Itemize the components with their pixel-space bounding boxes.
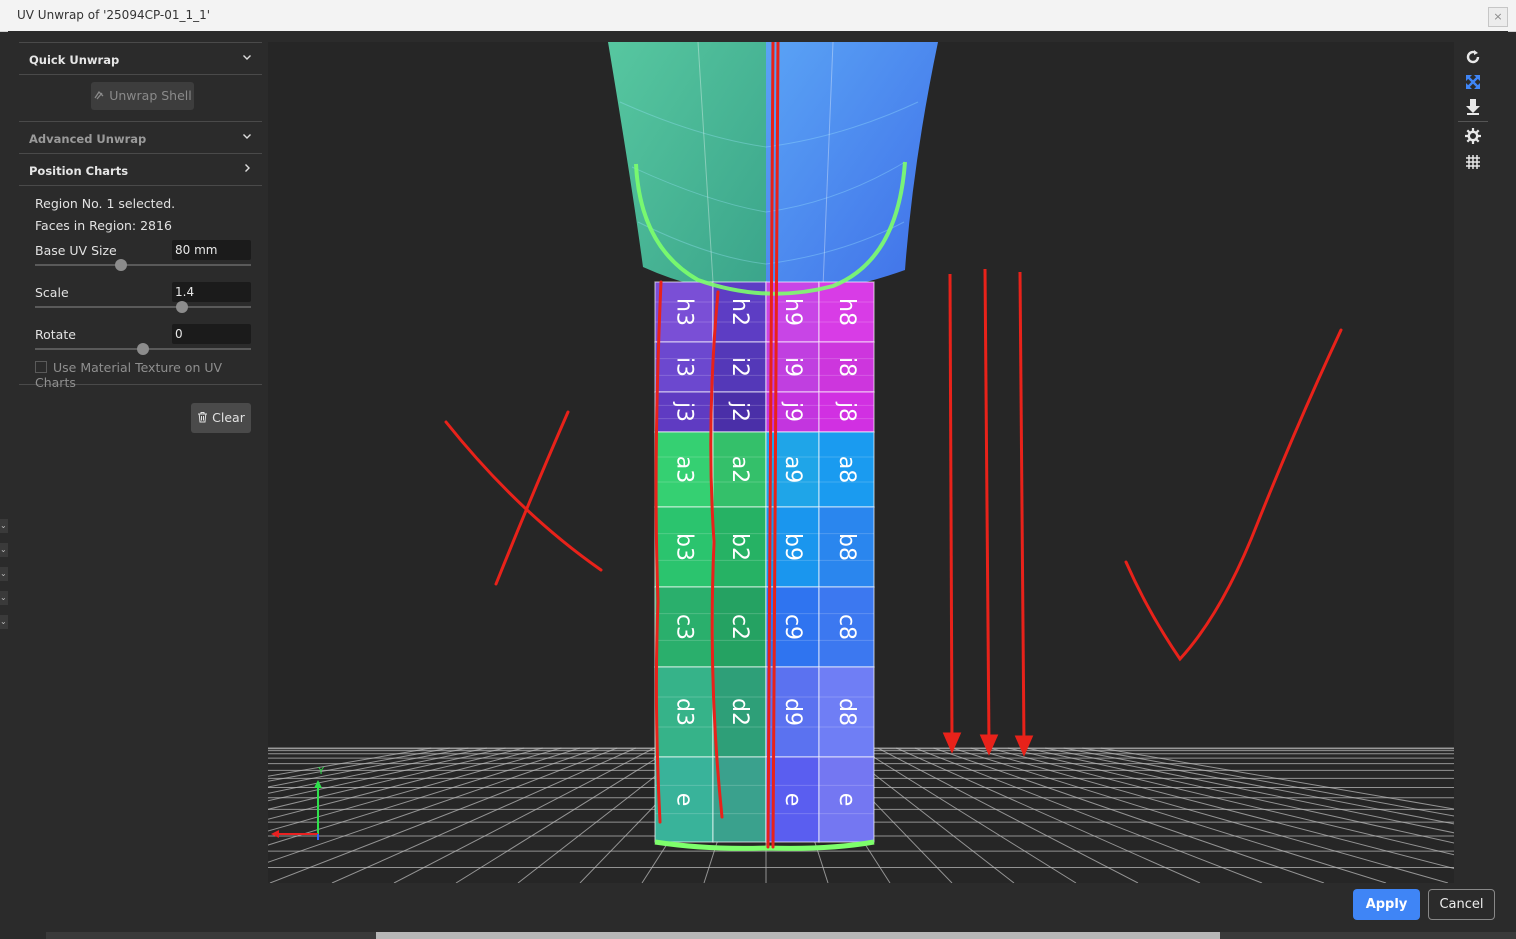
quick-unwrap-header[interactable]: Quick Unwrap: [19, 42, 262, 75]
uv-unwrap-dialog: Quick Unwrap Unwrap Shell Advanced Unwra…: [8, 31, 1508, 932]
uv-tile-label: a3: [672, 456, 697, 483]
uv-tile-label: b3: [672, 533, 697, 561]
uv-tile-label: b8: [834, 533, 859, 561]
chevron-down-icon: ⌄: [0, 615, 8, 629]
background-scrollbar-thumb[interactable]: [376, 932, 1220, 939]
base-uv-size-label: Base UV Size: [35, 243, 117, 258]
trash-icon: [197, 410, 212, 425]
uv-tile-label: b9: [780, 533, 805, 561]
scale-slider[interactable]: [35, 301, 251, 313]
position-charts-body: Region No. 1 selected. Faces in Region: …: [19, 186, 262, 390]
material-texture-label: Use Material Texture on UV Charts: [35, 360, 223, 390]
uv-tile-label: c3: [672, 614, 697, 640]
quick-unwrap-body: Unwrap Shell: [19, 75, 262, 122]
settings-icon[interactable]: [1464, 127, 1482, 145]
uv-tile-label: d2: [727, 698, 752, 726]
clear-label: Clear: [212, 410, 245, 425]
uv-tile-label: a8: [834, 456, 859, 483]
uv-tile-label: i9: [780, 357, 805, 377]
unwrap-icon: [93, 88, 109, 103]
uv-tile-grid: h3 h2 h9 h8 i3 i2 i9 i8 j3 j2 j9 j8 a3 a2 a9 a8 b3 b2 b9 b8…: [654, 281, 875, 843]
uv-tile-label: a9: [780, 456, 805, 483]
scale-label: Scale: [35, 285, 69, 300]
close-button[interactable]: ×: [1488, 7, 1508, 27]
slider-thumb[interactable]: [175, 301, 188, 313]
cancel-button[interactable]: Cancel: [1428, 889, 1495, 920]
chevron-down-icon: ⌄: [0, 543, 8, 557]
uv-tile-label: b2: [727, 533, 752, 561]
y-axis-label: Y: [317, 766, 325, 777]
slider-thumb[interactable]: [115, 259, 128, 271]
uv-tile-label: j9: [780, 401, 805, 422]
rotate-label: Rotate: [35, 327, 76, 342]
uv-tile-label: h3: [672, 298, 697, 326]
section-label: Position Charts: [29, 164, 129, 178]
3d-viewport[interactable]: h3 h2 h9 h8 i3 i2 i9 i8 j3 j2 j9 j8 a3 a2 a9 a8 b3 b2 b9 b8…: [268, 42, 1454, 883]
region-status: Region No. 1 selected.: [35, 196, 176, 211]
rotate-slider[interactable]: [35, 343, 251, 355]
faces-count: Faces in Region: 2816: [35, 218, 172, 233]
section-label: Quick Unwrap: [29, 53, 120, 67]
position-charts-header[interactable]: Position Charts: [19, 154, 262, 186]
download-icon[interactable]: [1464, 98, 1482, 116]
slider-thumb[interactable]: [137, 343, 149, 355]
apply-button[interactable]: Apply: [1353, 889, 1420, 920]
base-uv-size-input[interactable]: 80 mm: [172, 240, 251, 260]
chevron-down-icon: ⌄: [0, 567, 8, 581]
uv-tile-label: a2: [727, 456, 752, 483]
uv-tile-label: e: [672, 793, 697, 807]
uv-tile-label: j3: [672, 401, 697, 422]
window-title: UV Unwrap of '25094CP-01_1_1': [17, 8, 211, 22]
chevron-down-icon: ⌄: [0, 519, 8, 533]
uv-tile-label: j2: [727, 401, 752, 422]
chevron-down-icon: [242, 130, 252, 144]
uv-tile-label: i8: [834, 357, 859, 377]
uv-tile-label: h2: [727, 298, 752, 326]
uv-tile-label: c9: [780, 614, 805, 640]
uv-tile-label: e: [834, 793, 859, 807]
uv-tile-label: e: [780, 793, 805, 807]
uv-tile-label: h8: [834, 298, 859, 326]
material-texture-checkbox[interactable]: [35, 361, 47, 373]
scale-input[interactable]: 1.4: [172, 282, 251, 302]
uv-tile-label: d3: [672, 698, 697, 726]
uv-tile-label: i2: [727, 357, 752, 377]
toolbar-divider: [1458, 121, 1488, 122]
clear-button[interactable]: Clear: [191, 403, 251, 433]
chevron-right-icon: [242, 162, 252, 176]
chevron-down-icon: [242, 51, 252, 65]
advanced-unwrap-header[interactable]: Advanced Unwrap: [19, 122, 262, 154]
fit-view-icon[interactable]: [1464, 73, 1482, 91]
rotate-input[interactable]: 0: [172, 324, 251, 344]
uv-tile-label: j8: [834, 401, 859, 422]
base-uv-size-slider[interactable]: [35, 259, 251, 271]
uv-tile-label: c8: [834, 614, 859, 640]
uv-tile-label: c2: [727, 614, 752, 640]
uv-tile-label: d9: [780, 698, 805, 726]
reset-view-icon[interactable]: [1464, 48, 1482, 66]
unwrap-shell-label: Unwrap Shell: [109, 88, 192, 103]
settings-panel: Quick Unwrap Unwrap Shell Advanced Unwra…: [19, 42, 262, 390]
annotation-arrows: [942, 268, 1034, 757]
unwrap-shell-button[interactable]: Unwrap Shell: [91, 82, 194, 110]
material-texture-option[interactable]: Use Material Texture on UV Charts: [35, 360, 262, 390]
section-label: Advanced Unwrap: [29, 132, 147, 146]
uv-tile-label: d8: [834, 698, 859, 726]
grid-view-icon[interactable]: [1464, 152, 1482, 170]
chevron-down-icon: ⌄: [0, 591, 8, 605]
uv-tile-label: i3: [672, 357, 697, 377]
bottom-seam-ring: [654, 839, 875, 851]
viewport-canvas[interactable]: h3 h2 h9 h8 i3 i2 i9 i8 j3 j2 j9 j8 a3 a2 a9 a8 b3 b2 b9 b8…: [268, 42, 1454, 883]
title-bar: UV Unwrap of '25094CP-01_1_1' ×: [0, 0, 1516, 32]
uv-tile-label: h9: [780, 298, 805, 326]
